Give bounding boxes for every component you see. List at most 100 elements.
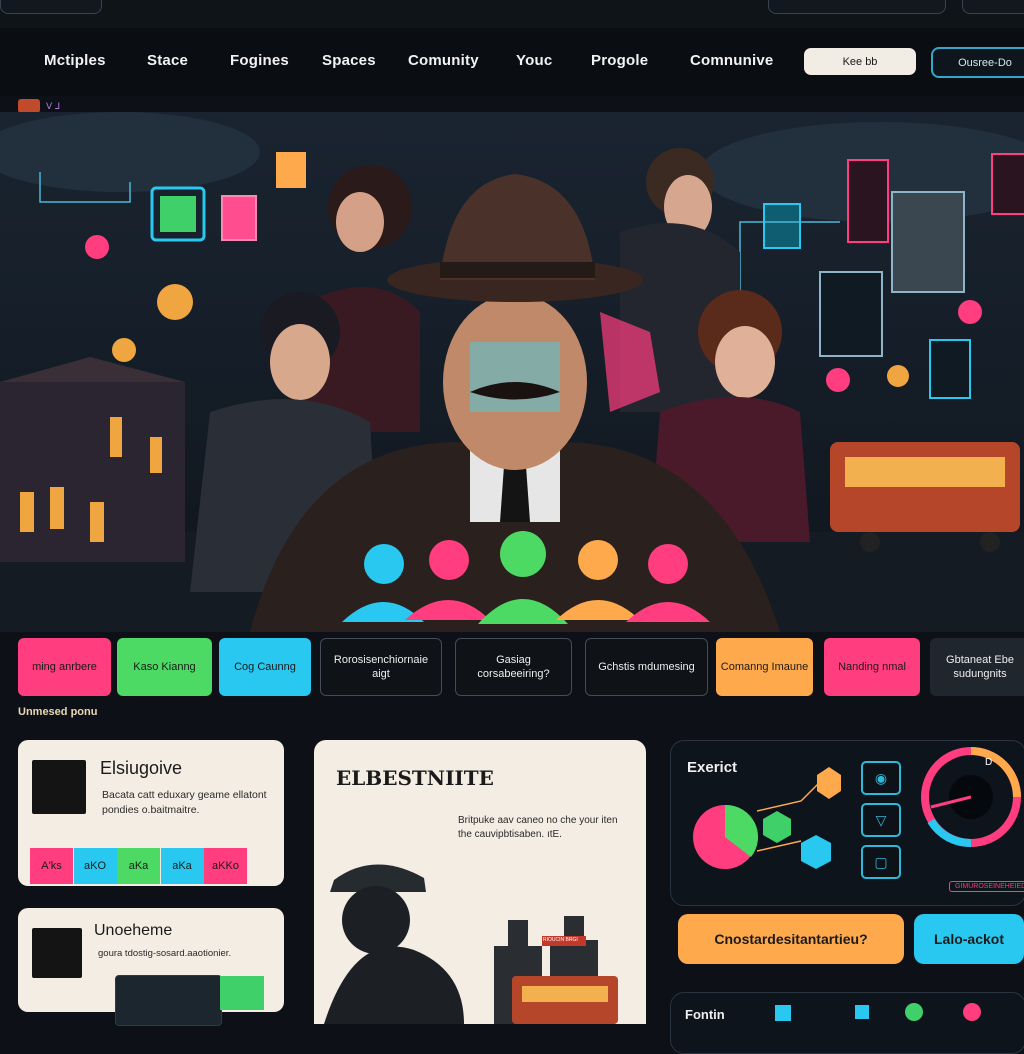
feature-illustration xyxy=(324,864,618,1024)
card-1-chip[interactable]: A'ks xyxy=(30,848,73,884)
card-1-chip[interactable]: aKKo xyxy=(204,848,247,884)
float-icon-green-fill xyxy=(160,196,196,232)
category-tile[interactable]: Nanding nmal xyxy=(824,638,920,696)
category-tile[interactable]: Gasiag corsabeeiring? xyxy=(455,638,572,696)
light-button[interactable]: Kee bb xyxy=(804,48,916,75)
card-1-chip-label: aKa xyxy=(128,860,149,872)
float-dot-orange xyxy=(887,365,909,387)
coin-icon xyxy=(112,338,136,362)
avatar-pink-head xyxy=(429,540,469,580)
window xyxy=(110,417,122,457)
section-label: Unmesed ponu xyxy=(18,706,98,718)
card-1-chip-label: aKKo xyxy=(212,860,239,872)
bottom-icon-cyan-2[interactable] xyxy=(855,1005,869,1019)
category-tile[interactable]: Comanng Imaune xyxy=(716,638,813,696)
card-1-chip-label: aKO xyxy=(83,860,106,872)
float-icon-magenta xyxy=(847,159,889,243)
woman-face xyxy=(336,192,384,252)
avatar-cyan-head xyxy=(364,544,404,584)
category-tile-label: Rorosisenchiornaie aigt xyxy=(333,654,429,680)
hex-orange xyxy=(817,767,841,799)
hex-cyan xyxy=(801,835,831,869)
feature-tram-sign-text: RIOUCIN BRGI xyxy=(543,937,578,943)
tram-windows xyxy=(845,457,1005,487)
nav-item-8[interactable]: Comnunive xyxy=(690,52,773,69)
category-tile[interactable]: ming anrbere xyxy=(18,638,111,696)
left-roof xyxy=(0,357,185,382)
boy-face xyxy=(270,324,330,400)
face-glow-cyan xyxy=(470,342,560,412)
float-icon-pink xyxy=(221,195,257,241)
category-tile[interactable]: Gchstis mdumesing xyxy=(585,638,708,696)
category-tile[interactable]: Rorosisenchiornaie aigt xyxy=(320,638,442,696)
blue-cta-label: Lalo-ackot xyxy=(933,931,1004,947)
hero-subbar-text: ᐯ ᒧ xyxy=(46,100,61,111)
card-1-thumbnail xyxy=(32,760,86,814)
float-icon-orange xyxy=(276,152,306,188)
nav-item-2[interactable]: Stace xyxy=(147,52,188,69)
cloud xyxy=(0,112,260,192)
hat-band xyxy=(440,262,595,278)
card-1-title: Elsiugoive xyxy=(100,758,183,778)
window xyxy=(90,502,104,542)
avatar-green-head xyxy=(500,531,546,577)
category-tile[interactable]: Cog Caunng xyxy=(219,638,311,696)
card-1-chip[interactable]: aKa xyxy=(117,848,160,884)
orange-cta-label: Cnostardesitantartieu? xyxy=(714,931,868,947)
top-search-frame[interactable] xyxy=(768,0,946,14)
blue-cta-button[interactable]: Lalo-ackot xyxy=(914,914,1024,964)
head-silhouette xyxy=(342,886,410,954)
category-tile[interactable]: Kaso Kianng xyxy=(117,638,212,696)
nav-item-1[interactable]: Mctiples xyxy=(44,52,106,69)
category-tile-label: Gbtaneat Ebe sudungnits xyxy=(946,654,1014,680)
window xyxy=(150,437,162,473)
tram-wheel xyxy=(860,532,880,552)
nav-item-6[interactable]: Youc xyxy=(516,52,552,69)
eye-icon[interactable]: ◉ xyxy=(861,761,901,795)
coat-silhouette xyxy=(324,946,464,1024)
card-2-title: Unoeheme xyxy=(94,922,173,939)
bottom-icon-cyan[interactable] xyxy=(775,1005,791,1021)
card-2-thumbnail xyxy=(32,928,82,978)
category-tile-label: Nanding nmal xyxy=(838,661,906,673)
category-tile-label: Comanng Imaune xyxy=(720,661,809,673)
feature-card[interactable]: ELBESTNIITE Britpuke aav caneo no che yo… xyxy=(314,740,646,1024)
diagram-link xyxy=(756,780,822,812)
window xyxy=(50,487,64,529)
info-panel: Exerict D ◉ ▽ ▢ GIMUROSEINEHEIED xyxy=(670,740,1024,906)
bottom-panel: Fontin xyxy=(670,992,1024,1054)
category-tile-label: Kaso Kianng xyxy=(133,661,196,673)
nav-item-5[interactable]: Comunity xyxy=(408,52,479,69)
category-tile[interactable]: Gbtaneat Ebe sudungnits xyxy=(930,638,1024,696)
frame-icon[interactable]: ▢ xyxy=(861,845,901,879)
outline-button[interactable]: Ousree-Do xyxy=(931,47,1024,78)
orange-cta-button[interactable]: Cnostardesitantartieu? xyxy=(678,914,904,964)
avatar-pink2-head xyxy=(648,544,688,584)
card-1-chip[interactable]: aKO xyxy=(73,848,117,884)
card-2-overlay-tile xyxy=(115,975,222,1026)
cocktail-icon[interactable]: ▽ xyxy=(861,803,901,837)
dial-label: D xyxy=(985,757,993,768)
card-1-chip[interactable]: aKa xyxy=(160,848,204,884)
nav-item-3[interactable]: Fogines xyxy=(230,52,289,69)
silhouette-frame xyxy=(819,271,883,357)
card-1-chip-label: aKa xyxy=(172,860,192,872)
category-tile-label: ming anrbere xyxy=(32,661,97,673)
float-dot-pink-3 xyxy=(958,300,982,324)
portrait-frame xyxy=(891,191,965,293)
top-logo-frame[interactable] xyxy=(0,0,102,14)
float-dot-pink xyxy=(85,235,109,259)
bottom-icon-green[interactable] xyxy=(905,1003,923,1021)
top-account-frame[interactable] xyxy=(962,0,1024,14)
float-icon-magenta-2 xyxy=(991,153,1024,215)
hex-green xyxy=(763,811,791,843)
nav-item-7[interactable]: Progole xyxy=(591,52,648,69)
feature-tram-windows xyxy=(522,986,608,1002)
nav-item-4[interactable]: Spaces xyxy=(322,52,376,69)
float-dot-pink-2 xyxy=(826,368,850,392)
float-icon-cup xyxy=(929,339,971,399)
diagram-link xyxy=(756,840,802,852)
girl-face xyxy=(715,326,775,398)
card-1-body: Bacata catt eduxary geame ellatont pondi… xyxy=(102,789,267,816)
bottom-icon-pink[interactable] xyxy=(963,1003,981,1021)
